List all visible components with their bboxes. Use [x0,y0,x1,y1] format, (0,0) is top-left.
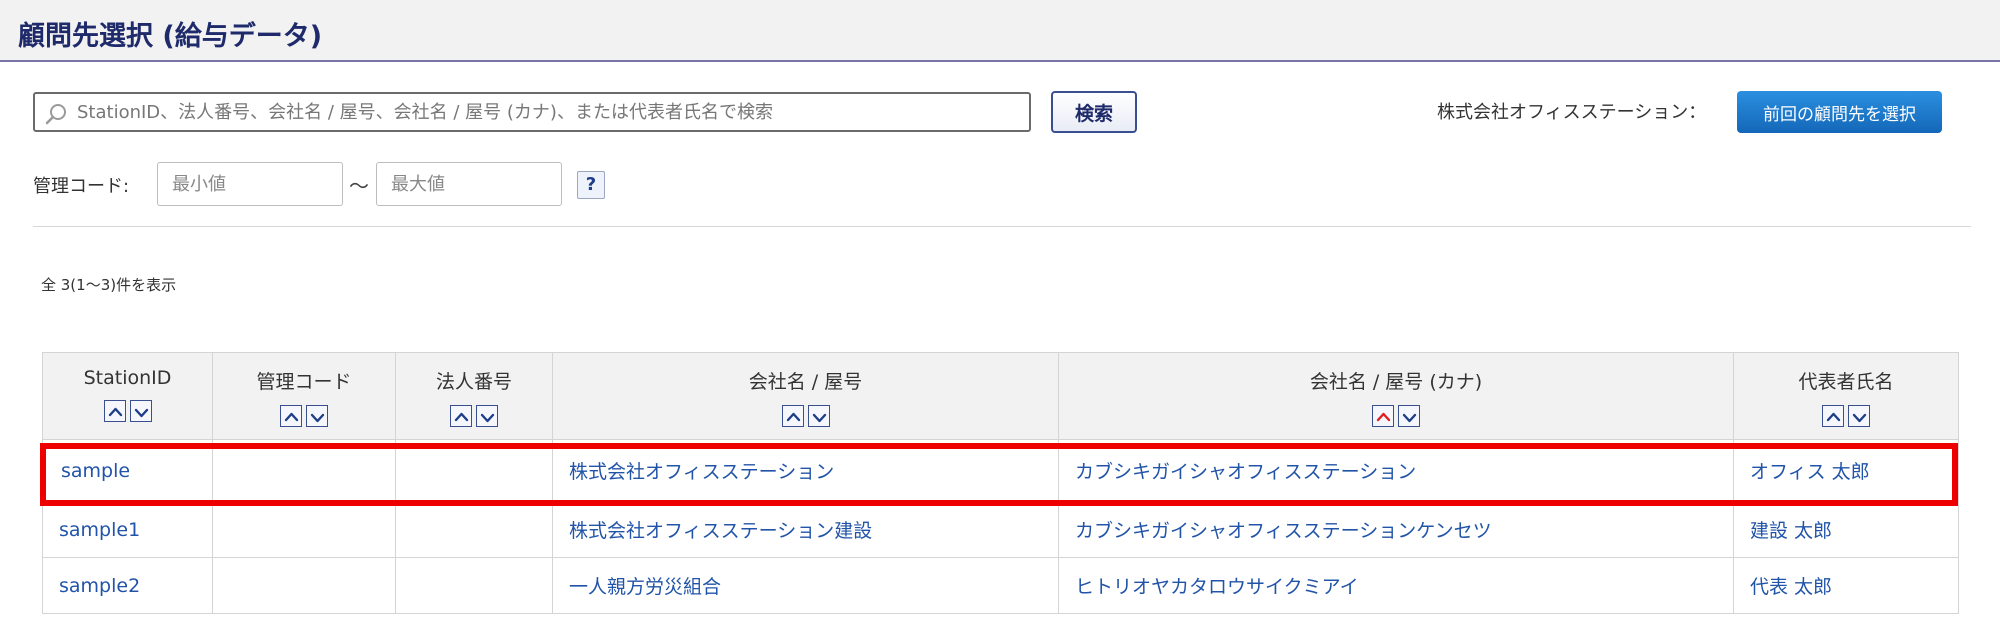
search-box[interactable] [33,92,1031,132]
sort-descending-button[interactable] [476,404,498,427]
column-header-label: 管理コード [256,371,352,393]
column-header: 会社名 / 屋号 [552,352,1059,440]
column-header-label: 会社名 / 屋号 (カナ) [1309,371,1483,393]
station-id-link[interactable]: sample1 [42,501,213,558]
code-max-input[interactable] [376,162,562,206]
result-count: 全 3(1～3)件を表示 [41,276,177,294]
sort-ascending-button[interactable] [103,399,126,422]
chevron-up-icon [786,412,800,421]
management-code-cell [212,557,396,614]
sort-buttons [1734,404,1958,427]
search-icon [45,104,66,125]
page-title: 顧問先選択 (給与データ) [18,21,323,52]
chevron-up-icon [454,412,469,421]
sort-ascending-button[interactable] [1822,404,1844,427]
chevron-up-icon [108,407,122,416]
company-name-link[interactable]: 株式会社オフィスステーション [552,439,1059,502]
sort-buttons [396,404,552,427]
help-button[interactable]: ? [577,171,605,199]
column-header: 法人番号 [395,352,553,440]
sort-ascending-button[interactable] [450,404,472,427]
sort-ascending-button[interactable] [781,404,804,427]
column-header: 会社名 / 屋号 (カナ) [1058,352,1734,440]
sort-buttons [213,404,395,427]
sort-descending-button[interactable] [129,399,152,422]
chevron-down-icon [812,413,826,422]
company-name-link[interactable]: 株式会社オフィスステーション建設 [552,501,1059,558]
representative-link[interactable]: 建設 太郎 [1733,501,1959,558]
client-table: StationID 管理コード 法人番号 会社名 / 屋号 会社名 / 屋号 (カナ) 代… [42,352,1959,614]
table-row[interactable]: sample1 株式会社オフィスステーション建設 カブシキガイシャオフィスステーショ… [42,501,1959,558]
column-header: 管理コード [212,352,396,440]
chevron-down-icon [310,413,325,422]
table-row[interactable]: sample2 一人親方労災組合 ヒトリオヤカタロウサイクミアイ 代表 太郎 [42,557,1959,614]
company-kana-link[interactable]: ヒトリオヤカタロウサイクミアイ [1058,557,1734,614]
corporate-number-cell [395,557,553,614]
sort-buttons [1059,404,1733,427]
column-header-label: 代表者氏名 [1798,371,1894,393]
chevron-up-icon [1376,412,1391,421]
corporate-number-cell [395,501,553,558]
chevron-up-icon [1826,412,1841,421]
column-header: StationID [42,352,213,440]
station-id-link[interactable]: sample [42,439,213,502]
representative-link[interactable]: オフィス 太郎 [1733,439,1959,502]
sort-descending-button[interactable] [1848,404,1870,427]
sort-descending-button[interactable] [807,404,830,427]
select-previous-client-button[interactable]: 前回の顧問先を選択 [1737,91,1942,133]
sort-ascending-button[interactable] [1372,404,1394,427]
company-name-link[interactable]: 一人親方労災組合 [552,557,1059,614]
management-code-cell [212,501,396,558]
table-row[interactable]: sample 株式会社オフィスステーション カブシキガイシャオフィスステーション オフ… [42,439,1959,502]
page-header: 顧問先選択 (給与データ) [0,0,2000,62]
representative-link[interactable]: 代表 太郎 [1733,557,1959,614]
column-header-label: 会社名 / 屋号 [748,371,863,393]
table-header-row: StationID 管理コード 法人番号 会社名 / 屋号 会社名 / 屋号 (カナ) 代… [42,352,1959,440]
search-input[interactable] [77,97,1017,127]
column-header-label: StationID [83,367,172,389]
management-code-cell [212,439,396,502]
chevron-up-icon [284,412,299,421]
sort-buttons [553,404,1058,427]
divider [33,226,1971,227]
company-kana-link[interactable]: カブシキガイシャオフィスステーション [1058,439,1734,502]
sort-descending-button[interactable] [1398,404,1420,427]
station-id-link[interactable]: sample2 [42,557,213,614]
sort-ascending-button[interactable] [280,404,302,427]
sort-descending-button[interactable] [306,404,328,427]
sort-buttons [43,399,212,422]
column-header: 代表者氏名 [1733,352,1959,440]
range-separator: ～ [349,174,369,198]
corporate-number-cell [395,439,553,502]
chevron-down-icon [1402,413,1417,422]
code-min-input[interactable] [157,162,343,206]
column-header-label: 法人番号 [435,371,512,393]
previous-client-label: 株式会社オフィスステーション： [1437,102,1707,123]
company-kana-link[interactable]: カブシキガイシャオフィスステーションケンセツ [1058,501,1734,558]
management-code-label: 管理コード: [33,176,130,197]
chevron-down-icon [1852,413,1867,422]
chevron-down-icon [134,408,148,417]
search-button[interactable]: 検索 [1051,91,1137,133]
chevron-down-icon [480,413,495,422]
